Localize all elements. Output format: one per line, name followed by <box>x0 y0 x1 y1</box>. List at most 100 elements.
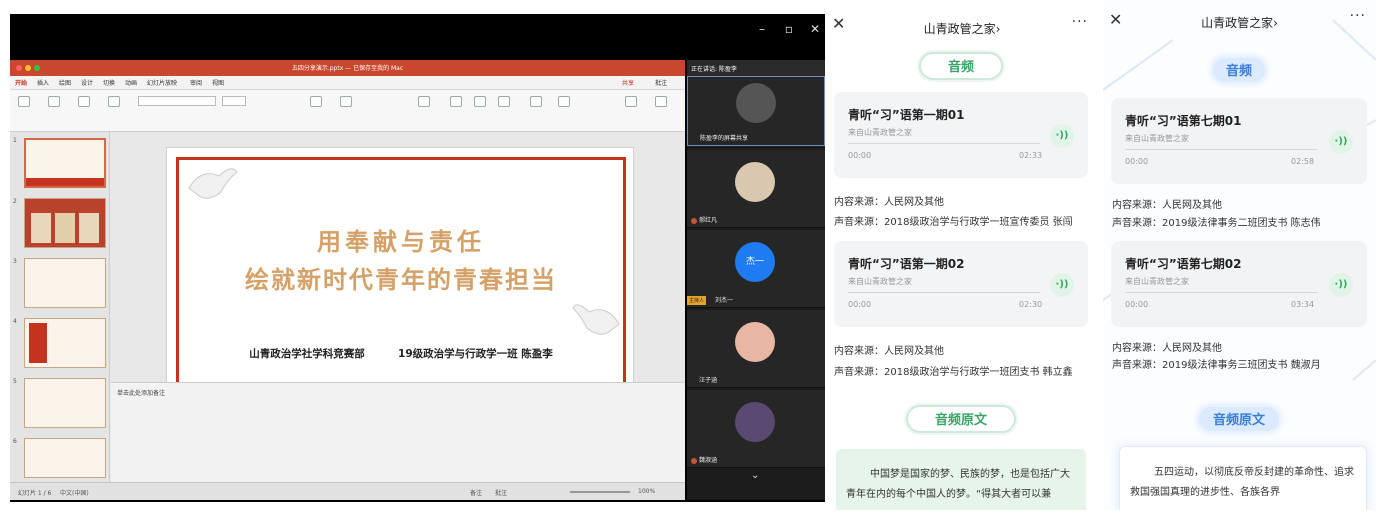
language-indicator: 中文(中国) <box>60 490 89 497</box>
bullets-icon[interactable] <box>310 96 322 107</box>
share-button[interactable]: 共享 <box>622 78 634 87</box>
phone-header: ✕ 山青政管之家› ··· <box>826 0 1098 42</box>
layout-icon[interactable] <box>108 96 120 107</box>
more-icon[interactable]: ··· <box>1072 14 1088 30</box>
play-audio-icon[interactable]: ·)) <box>1050 273 1074 297</box>
comments-button[interactable]: 批注 <box>655 78 667 87</box>
audio-duration: 02:30 <box>1019 300 1043 309</box>
font-size-select[interactable] <box>222 96 246 106</box>
ribbon-tabs: 开始 插入 绘图 设计 切换 动画 幻灯片放映 审阅 视图 共享 批注 <box>10 76 685 90</box>
original-text-box: 五四运动，以彻底反帝反封建的革命性、追求救国强国真理的进步性、各族各界 <box>1119 446 1367 510</box>
slide-thumbnail-4[interactable] <box>24 318 106 368</box>
participant-tile[interactable]: 郝红凡 <box>687 150 825 228</box>
thumb-number: 6 <box>13 438 17 445</box>
thumb-number: 5 <box>13 378 17 385</box>
audio-card[interactable]: 青听“习”语第七期01 来自山青政管之家 00:00 02:58 ·)) <box>1111 98 1367 184</box>
tab-home[interactable]: 开始 <box>15 78 27 87</box>
avatar <box>736 83 776 123</box>
mic-icon <box>691 458 697 464</box>
notes-placeholder[interactable]: 单击此处添加备注 <box>117 388 165 397</box>
mic-icon <box>691 218 697 224</box>
powerpoint-window: 五四分享演示.pptx — 已保存至我的 Mac 开始 插入 绘图 设计 切换 … <box>10 60 685 500</box>
original-text: 五四运动，以彻底反帝反封建的革命性、追求救国强国真理的进步性、各族各界 <box>1130 467 1354 498</box>
slide-subtitle-author: 19级政治学与行政学一班 陈盈李 <box>398 348 553 360</box>
section-audio-heading: 音频 <box>1211 56 1267 84</box>
designer-icon[interactable] <box>655 96 667 107</box>
tab-draw[interactable]: 绘图 <box>59 78 71 87</box>
audio-progress[interactable] <box>848 292 1040 293</box>
tab-insert[interactable]: 插入 <box>37 78 49 87</box>
original-text: 中国梦是国家的梦、民族的梦，也是包括广大青年在内的每个中国人的梦。“得其大者可以… <box>846 469 1070 500</box>
paste-icon[interactable] <box>18 96 30 107</box>
participants-panel: 正在讲话: 陈盈李 陈盈李的屏幕共享 郝红凡 杰一 主持人 刘杰一 汪子涵 魏淑… <box>687 60 825 500</box>
minimize-icon[interactable]: – <box>755 22 769 36</box>
chevron-down-icon[interactable]: ⌄ <box>751 470 759 481</box>
audio-progress[interactable] <box>848 143 1040 144</box>
avatar <box>735 322 775 362</box>
phone-panel-1: ✕ 山青政管之家› ··· 音频 青听“习”语第一期01 来自山青政管之家 00… <box>826 0 1098 510</box>
audio-card[interactable]: 青听“习”语第七期02 来自山青政管之家 00:00 03:34 ·)) <box>1111 241 1367 327</box>
arrange-icon[interactable] <box>530 96 542 107</box>
slide-thumbnail-3[interactable] <box>24 258 106 308</box>
zoom-slider[interactable] <box>570 491 630 493</box>
slide-title-line2: 绘就新时代青年的青春担当 <box>245 265 557 294</box>
slide-thumbnail-1[interactable] <box>24 138 106 188</box>
slide-thumbnail-6[interactable] <box>24 438 106 478</box>
page-title: 山青政管之家› <box>1201 16 1278 30</box>
slide-thumbnail-5[interactable] <box>24 378 106 428</box>
audio-title: 青听“习”语第七期01 <box>1125 114 1242 128</box>
participant-name: 刘杰一 <box>715 297 734 304</box>
slide-thumbnail-2[interactable] <box>24 198 106 248</box>
content-source: 内容来源：人民网及其他 <box>1112 200 1222 211</box>
notes-pane[interactable]: 单击此处添加备注 <box>111 382 685 482</box>
tab-view[interactable]: 视图 <box>212 78 224 87</box>
audio-credit: 声音来源：2018级政治学与行政学一班宣传委员 张闯 <box>834 217 1073 228</box>
audio-duration: 02:58 <box>1291 157 1315 166</box>
meeting-topbar: – ▫ ✕ <box>10 14 825 50</box>
participant-name: 郝红凡 <box>699 217 718 224</box>
slide-thumbnails: 1 2 3 4 5 6 <box>10 132 110 482</box>
play-audio-icon[interactable]: ·)) <box>1329 130 1353 154</box>
audio-progress[interactable] <box>1125 292 1317 293</box>
content-source: 内容来源：人民网及其他 <box>1112 343 1222 354</box>
ppt-titlebar: 五四分享演示.pptx — 已保存至我的 Mac <box>10 60 685 76</box>
picture-icon[interactable] <box>450 96 462 107</box>
tab-slideshow[interactable]: 幻灯片放映 <box>147 78 177 87</box>
audio-card[interactable]: 青听“习”语第一期02 来自山青政管之家 00:00 02:30 ·)) <box>834 241 1088 327</box>
audio-card[interactable]: 青听“习”语第一期01 来自山青政管之家 00:00 02:33 ·)) <box>834 92 1088 178</box>
content-source: 内容来源：人民网及其他 <box>834 346 944 357</box>
audio-progress[interactable] <box>1125 149 1317 150</box>
shapes-icon[interactable] <box>474 96 486 107</box>
cut-icon[interactable] <box>48 96 60 107</box>
numbering-icon[interactable] <box>340 96 352 107</box>
tab-animations[interactable]: 动画 <box>125 78 137 87</box>
participant-name: 陈盈李的屏幕共享 <box>700 135 749 142</box>
play-audio-icon[interactable]: ·)) <box>1329 273 1353 297</box>
participant-tile[interactable]: 杰一 主持人 刘杰一 <box>687 230 825 308</box>
font-select[interactable] <box>138 96 216 106</box>
smartart-icon[interactable] <box>418 96 430 107</box>
notes-button[interactable]: 备注 <box>470 488 482 497</box>
tab-transitions[interactable]: 切换 <box>103 78 115 87</box>
comments-status-button[interactable]: 批注 <box>495 488 507 497</box>
slide-title-line1: 用奉献与责任 <box>317 227 485 256</box>
maximize-icon[interactable]: ▫ <box>782 22 796 36</box>
participant-tile[interactable]: 陈盈李的屏幕共享 <box>687 76 825 146</box>
tab-design[interactable]: 设计 <box>81 78 93 87</box>
play-audio-icon[interactable]: ·)) <box>1050 124 1074 148</box>
new-slide-icon[interactable] <box>78 96 90 107</box>
speaking-indicator: 正在讲话: 陈盈李 <box>687 60 825 76</box>
quick-styles-icon[interactable] <box>558 96 570 107</box>
tab-review[interactable]: 审阅 <box>190 78 202 87</box>
content-source: 内容来源：人民网及其他 <box>834 197 944 208</box>
audio-title: 青听“习”语第一期02 <box>848 257 965 271</box>
slide-subtitle: 山青政治学社学科竞赛部 19级政治学与行政学一班 陈盈李 <box>167 346 633 361</box>
audio-source: 来自山青政管之家 <box>1125 277 1189 286</box>
participant-tile[interactable]: 魏淑涵 <box>687 390 825 468</box>
ppt-window-title: 五四分享演示.pptx — 已保存至我的 Mac <box>291 65 404 72</box>
textbox-icon[interactable] <box>498 96 510 107</box>
dictate-icon[interactable] <box>625 96 637 107</box>
participant-tile[interactable]: 汪子涵 <box>687 310 825 388</box>
close-icon[interactable]: ✕ <box>808 22 822 36</box>
more-icon[interactable]: ··· <box>1350 8 1366 24</box>
